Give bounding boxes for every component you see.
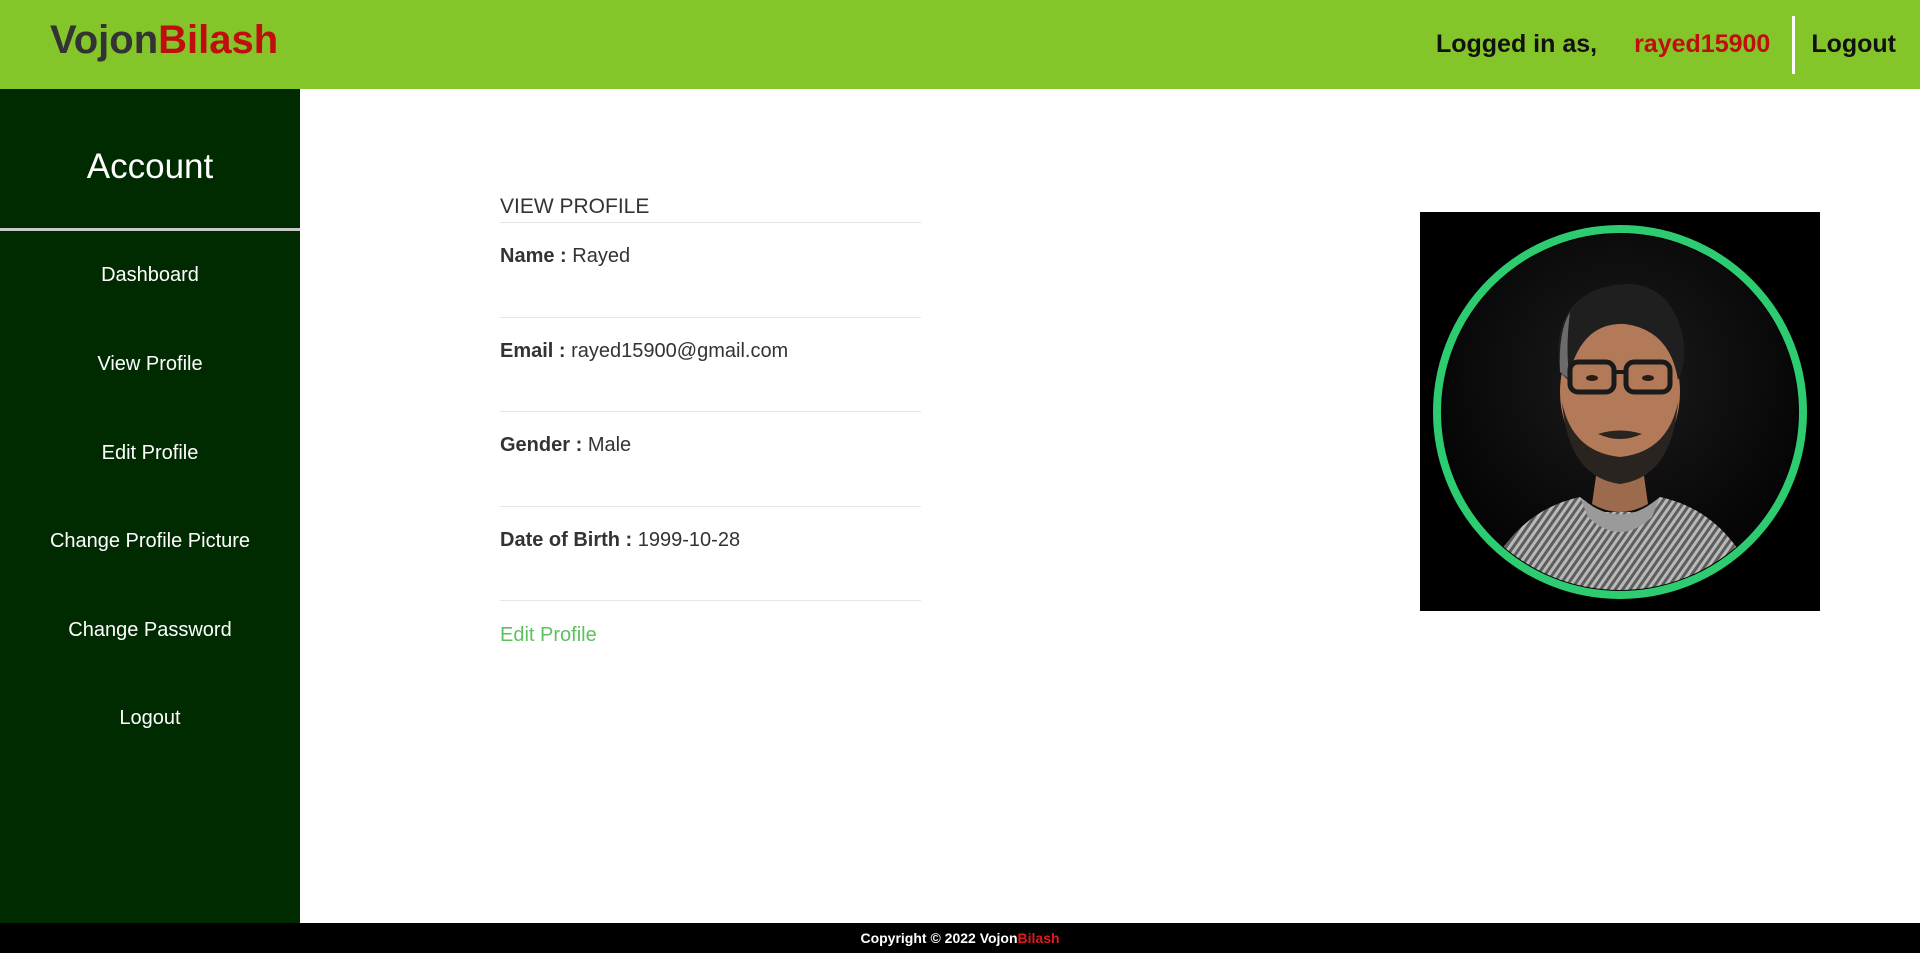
field-label: Gender : bbox=[500, 434, 583, 456]
sidebar-item-change-password[interactable]: Change Password bbox=[0, 618, 300, 642]
profile-field-date-of-birth: Date of Birth : 1999-10-28 bbox=[500, 528, 740, 552]
profile-field-gender: Gender : Male bbox=[500, 433, 631, 457]
field-label: Date of Birth : bbox=[500, 529, 633, 551]
profile-field-email: Email : rayed15900@gmail.com bbox=[500, 339, 788, 363]
field-divider bbox=[500, 317, 921, 318]
footer-brand-part2: Bilash bbox=[1017, 930, 1060, 946]
profile-field-name: Name : Rayed bbox=[500, 244, 630, 268]
section-title-divider bbox=[500, 222, 921, 223]
sidebar-item-logout[interactable]: Logout bbox=[0, 706, 300, 730]
header-divider bbox=[1792, 15, 1796, 74]
brand-logo-part1: Vojon bbox=[50, 18, 159, 62]
username-label: rayed15900 bbox=[1634, 30, 1771, 58]
footer-copyright: Copyright © 2022 bbox=[860, 930, 980, 946]
user-area: Logged in as, rayed15900 Logout bbox=[1436, 0, 1920, 89]
top-navbar: VojonBilash Logged in as, rayed15900 Log… bbox=[0, 0, 1920, 89]
avatar-portrait bbox=[1420, 212, 1820, 611]
brand-logo[interactable]: VojonBilash bbox=[50, 16, 278, 64]
field-divider bbox=[500, 600, 921, 601]
account-sidebar: Account Dashboard View Profile Edit Prof… bbox=[0, 89, 300, 923]
logged-in-label: Logged in as, bbox=[1435, 30, 1598, 58]
sidebar-item-view-profile[interactable]: View Profile bbox=[0, 352, 300, 376]
footer: Copyright © 2022 VojonBilash bbox=[0, 923, 1920, 953]
field-value: rayed15900@gmail.com bbox=[571, 340, 789, 362]
sidebar-divider bbox=[0, 228, 300, 231]
field-value: Male bbox=[587, 434, 632, 456]
field-label: Name : bbox=[500, 245, 567, 267]
field-divider bbox=[500, 506, 921, 507]
profile-picture bbox=[1420, 212, 1820, 611]
sidebar-title: Account bbox=[86, 147, 214, 186]
brand-logo-part2: Bilash bbox=[158, 18, 279, 62]
field-value: Rayed bbox=[572, 245, 631, 267]
field-value: 1999-10-28 bbox=[637, 529, 741, 551]
field-divider bbox=[500, 411, 921, 412]
sidebar-item-dashboard[interactable]: Dashboard bbox=[0, 263, 300, 287]
sidebar-item-change-profile-picture[interactable]: Change Profile Picture bbox=[0, 529, 300, 553]
field-label: Email : bbox=[500, 340, 566, 362]
section-title: VIEW PROFILE bbox=[500, 195, 650, 218]
header-logout-link[interactable]: Logout bbox=[1811, 30, 1896, 59]
edit-profile-link[interactable]: Edit Profile bbox=[500, 623, 597, 647]
sidebar-item-edit-profile[interactable]: Edit Profile bbox=[0, 441, 300, 465]
footer-brand-part1: Vojon bbox=[979, 930, 1018, 946]
